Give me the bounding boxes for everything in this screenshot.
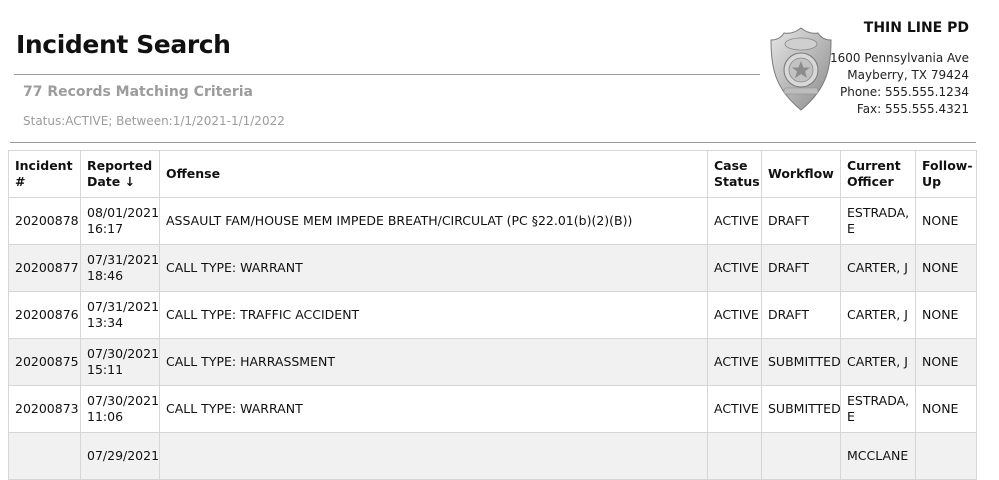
department-fax: Fax: 555.555.4321: [856, 102, 969, 116]
header-divider: [10, 142, 976, 143]
cell-workflow: SUBMITTED: [761, 338, 841, 386]
cell-case-status: ACTIVE: [707, 197, 762, 245]
reported-date-value: 07/29/2021: [87, 448, 160, 463]
column-header-incident[interactable]: Incident #: [8, 150, 81, 198]
column-header-reported-date[interactable]: Reported Date ↓: [80, 150, 160, 198]
table-row[interactable]: 20200876 07/31/2021 13:34 CALL TYPE: TRAFFI…: [8, 291, 977, 339]
cell-reported-date: 08/01/2021 16:17: [80, 197, 160, 245]
table-row[interactable]: 20200875 07/30/2021 15:11 CALL TYPE: HARRAS…: [8, 338, 977, 386]
cell-case-status: ACTIVE: [707, 338, 762, 386]
cell-workflow: DRAFT: [761, 197, 841, 245]
reported-date-value: 08/01/2021: [87, 205, 160, 220]
records-count: 77 Records Matching Criteria: [23, 84, 253, 100]
table-row[interactable]: 07/29/2021 MCCLANE: [8, 432, 977, 480]
department-phone: Phone: 555.555.1234: [839, 85, 969, 99]
table-header-row: Incident # Reported Date ↓ Offense Case …: [8, 150, 977, 198]
column-header-current-officer[interactable]: Current Officer: [840, 150, 916, 198]
column-header-case-status[interactable]: Case Status: [707, 150, 762, 198]
cell-incident-number: 20200875: [8, 338, 81, 386]
cell-case-status: ACTIVE: [707, 385, 762, 433]
cell-offense: CALL TYPE: HARRASSMENT: [159, 338, 708, 386]
cell-offense: CALL TYPE: TRAFFIC ACCIDENT: [159, 291, 708, 339]
cell-follow-up: [915, 432, 977, 480]
cell-case-status: ACTIVE: [707, 291, 762, 339]
cell-workflow: DRAFT: [761, 244, 841, 292]
cell-incident-number: 20200873: [8, 385, 81, 433]
cell-follow-up: NONE: [915, 291, 977, 339]
cell-reported-date: 07/31/2021 18:46: [80, 244, 160, 292]
table-row[interactable]: 20200873 07/30/2021 11:06 CALL TYPE: WARRAN…: [8, 385, 977, 433]
reported-date-value: 07/31/2021: [87, 252, 160, 267]
table-row[interactable]: 20200878 08/01/2021 16:17 ASSAULT FAM/HOUSE…: [8, 197, 977, 245]
column-header-reported-date-label: Reported Date: [87, 158, 153, 189]
cell-offense: CALL TYPE: WARRANT: [159, 244, 708, 292]
cell-workflow: SUBMITTED: [761, 385, 841, 433]
reported-time-value: 18:46: [87, 268, 124, 283]
cell-incident-number: 20200878: [8, 197, 81, 245]
reported-date-value: 07/30/2021: [87, 346, 160, 361]
cell-reported-date: 07/29/2021: [80, 432, 160, 480]
cell-reported-date: 07/30/2021 15:11: [80, 338, 160, 386]
department-address-line2: Mayberry, TX 79424: [847, 68, 969, 82]
cell-reported-date: 07/31/2021 13:34: [80, 291, 160, 339]
reported-date-value: 07/30/2021: [87, 393, 160, 408]
department-address-line1: 1600 Pennsylvania Ave: [830, 51, 969, 65]
incident-table: Incident # Reported Date ↓ Offense Case …: [8, 150, 977, 480]
reported-time-value: 11:06: [87, 409, 124, 424]
column-header-workflow[interactable]: Workflow: [761, 150, 841, 198]
cell-current-officer: ESTRADA, E: [840, 385, 916, 433]
cell-workflow: [761, 432, 841, 480]
cell-incident-number: [8, 432, 81, 480]
cell-current-officer: MCCLANE: [840, 432, 916, 480]
cell-current-officer: CARTER, J: [840, 338, 916, 386]
sort-descending-icon[interactable]: ↓: [125, 174, 135, 189]
cell-incident-number: 20200876: [8, 291, 81, 339]
page-title: Incident Search: [16, 30, 231, 59]
column-header-follow-up[interactable]: Follow-Up: [915, 150, 977, 198]
cell-offense: CALL TYPE: WARRANT: [159, 385, 708, 433]
cell-current-officer: CARTER, J: [840, 244, 916, 292]
cell-follow-up: NONE: [915, 244, 977, 292]
cell-case-status: [707, 432, 762, 480]
cell-incident-number: 20200877: [8, 244, 81, 292]
cell-follow-up: NONE: [915, 338, 977, 386]
cell-offense: ASSAULT FAM/HOUSE MEM IMPEDE BREATH/CIRC…: [159, 197, 708, 245]
table-row[interactable]: 20200877 07/31/2021 18:46 CALL TYPE: WARRAN…: [8, 244, 977, 292]
reported-time-value: 15:11: [87, 362, 124, 377]
cell-follow-up: NONE: [915, 385, 977, 433]
title-divider: [14, 74, 760, 75]
reported-time-value: 13:34: [87, 315, 124, 330]
reported-time-value: 16:17: [87, 221, 124, 236]
cell-current-officer: ESTRADA, E: [840, 197, 916, 245]
cell-reported-date: 07/30/2021 11:06: [80, 385, 160, 433]
department-info: THIN LINE PD 1600 Pennsylvania Ave Maybe…: [769, 20, 969, 118]
cell-current-officer: CARTER, J: [840, 291, 916, 339]
cell-offense: [159, 432, 708, 480]
column-header-offense[interactable]: Offense: [159, 150, 708, 198]
cell-case-status: ACTIVE: [707, 244, 762, 292]
reported-date-value: 07/31/2021: [87, 299, 160, 314]
cell-workflow: DRAFT: [761, 291, 841, 339]
search-criteria: Status:ACTIVE; Between:1/1/2021-1/1/2022: [23, 114, 285, 128]
cell-follow-up: NONE: [915, 197, 977, 245]
department-name: THIN LINE PD: [863, 20, 969, 36]
